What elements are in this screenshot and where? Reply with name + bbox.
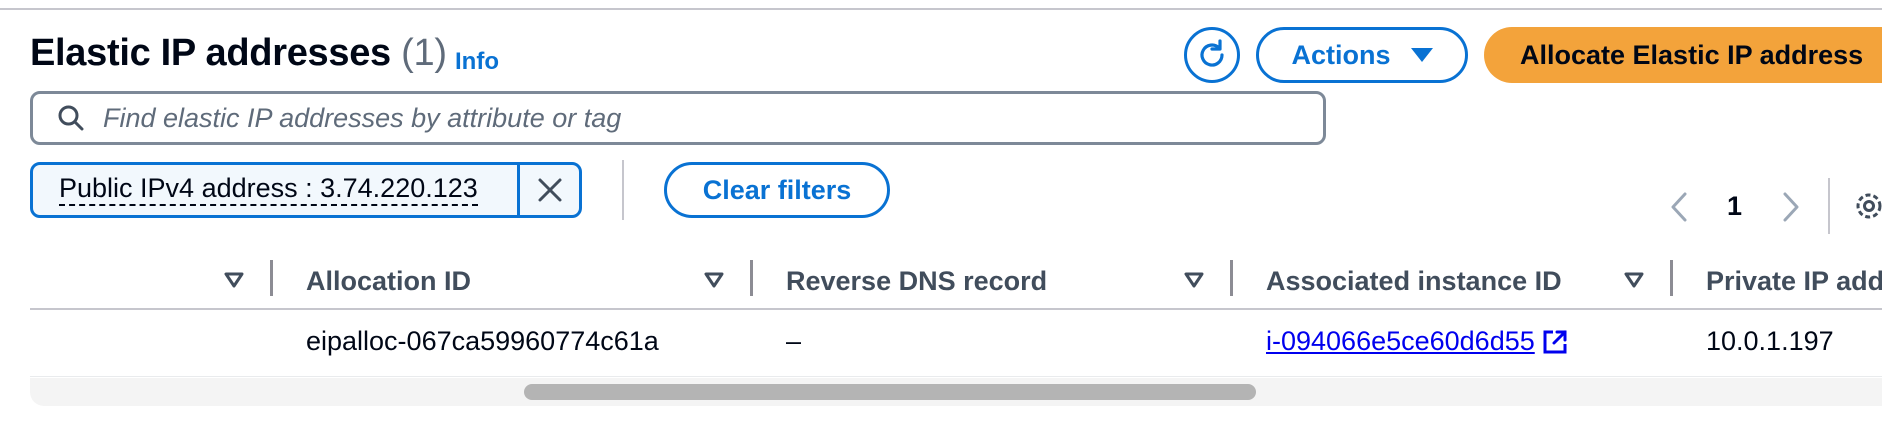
column-header-private-ip[interactable]: Private IP add <box>1706 266 1882 297</box>
column-resizer[interactable] <box>750 260 753 296</box>
sort-icon[interactable] <box>1624 272 1644 288</box>
pagination-divider <box>1828 178 1830 234</box>
column-resizer[interactable] <box>1230 260 1233 296</box>
instance-id-text: i-094066e5ce60d6d55 <box>1266 326 1535 356</box>
allocate-elastic-ip-button[interactable]: Allocate Elastic IP address <box>1484 27 1882 83</box>
sort-icon[interactable] <box>1184 272 1204 288</box>
column-resizer[interactable] <box>270 260 273 296</box>
column-header-reverse-dns[interactable]: Reverse DNS record <box>786 266 1047 297</box>
search-placeholder: Find elastic IP addresses by attribute o… <box>103 102 622 133</box>
allocate-label: Allocate Elastic IP address <box>1520 39 1864 70</box>
filter-token-label-wrap[interactable]: Public IPv4 address : 3.74.220.123 <box>33 165 517 215</box>
refresh-icon <box>1200 39 1224 67</box>
horizontal-scrollbar-thumb[interactable] <box>524 384 1256 400</box>
sort-icon[interactable] <box>704 272 724 288</box>
actions-button[interactable]: Actions <box>1256 27 1468 83</box>
external-link-icon <box>1543 330 1567 353</box>
page-title: Elastic IP addresses (1) <box>30 32 447 75</box>
filter-divider <box>622 160 624 220</box>
filter-token[interactable]: Public IPv4 address : 3.74.220.123 <box>30 162 582 218</box>
page-number[interactable]: 1 <box>1727 191 1742 222</box>
cell-reverse-dns: – <box>786 326 802 356</box>
row-divider <box>30 376 1882 377</box>
result-count: (1) <box>401 32 447 74</box>
close-icon <box>538 178 561 202</box>
actions-label: Actions <box>1291 39 1391 70</box>
filter-token-remove-button[interactable] <box>517 165 579 215</box>
column-resizer[interactable] <box>1670 260 1673 296</box>
settings-icon[interactable] <box>1852 189 1882 223</box>
table-header-divider <box>30 308 1882 310</box>
refresh-button[interactable] <box>1184 27 1240 83</box>
clear-filters-button[interactable]: Clear filters <box>664 162 890 218</box>
top-divider <box>0 8 1882 10</box>
info-link[interactable]: Info <box>455 48 499 76</box>
column-header-allocation-id[interactable]: Allocation ID <box>306 266 471 297</box>
sort-icon[interactable] <box>224 272 244 288</box>
chevron-left-icon[interactable] <box>1668 190 1690 224</box>
table-header: Allocation ID Reverse DNS record Associa… <box>0 256 1882 308</box>
search-icon <box>58 105 84 131</box>
caret-down-icon <box>1410 48 1433 62</box>
cell-private-ip: 10.0.1.197 <box>1706 326 1834 356</box>
filter-token-label: Public IPv4 address : 3.74.220.123 <box>59 173 478 206</box>
page-title-text: Elastic IP addresses <box>30 32 391 74</box>
chevron-right-icon[interactable] <box>1780 190 1802 224</box>
instance-id-link[interactable]: i-094066e5ce60d6d55 <box>1266 326 1569 357</box>
cell-allocation-id: eipalloc-067ca59960774c61a <box>306 326 659 356</box>
column-header-instance-id[interactable]: Associated instance ID <box>1266 266 1562 297</box>
search-input[interactable]: Find elastic IP addresses by attribute o… <box>30 91 1326 145</box>
